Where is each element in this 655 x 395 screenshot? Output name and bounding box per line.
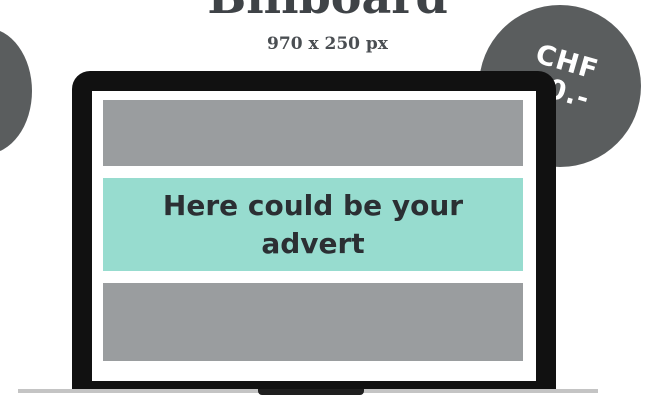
laptop-screen-frame: Here could be your advert <box>72 71 556 391</box>
laptop-display: Here could be your advert <box>92 91 536 381</box>
placeholder-content-bottom <box>103 283 523 361</box>
billboard-ad-preview: Billboard 970 x 250 px CHF 40.- Here cou… <box>0 0 655 395</box>
advert-slot: Here could be your advert <box>103 178 523 271</box>
advert-slot-text: Here could be your advert <box>162 188 464 260</box>
placeholder-content-top <box>103 100 523 166</box>
laptop-notch <box>258 389 364 395</box>
